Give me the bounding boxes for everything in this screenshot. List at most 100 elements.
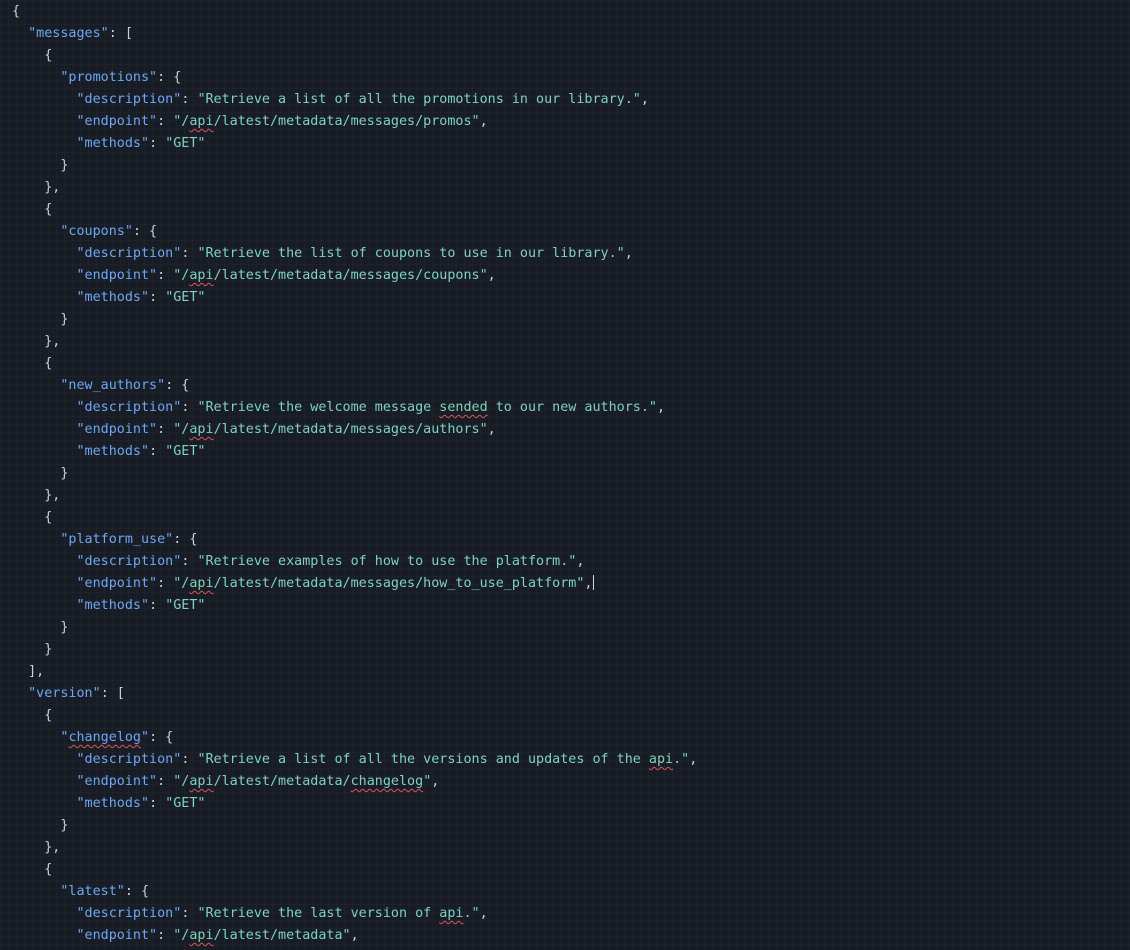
spellcheck-word[interactable]: api — [439, 906, 463, 921]
spellcheck-word[interactable]: api — [189, 268, 213, 283]
code-line[interactable]: "coupons": { — [12, 221, 157, 243]
code-line[interactable]: } — [12, 815, 68, 837]
json-string: "GET" — [165, 598, 206, 613]
spellcheck-word[interactable]: changelog — [351, 774, 424, 789]
code-line[interactable]: { — [12, 705, 52, 727]
code-line[interactable]: }, — [12, 837, 60, 859]
json-key: "endpoint" — [76, 576, 158, 591]
json-key: "endpoint" — [76, 928, 158, 943]
spellcheck-word[interactable]: changelog — [68, 730, 141, 745]
code-line[interactable]: "description": "Retrieve the welcome mes… — [12, 397, 666, 419]
json-punctuation — [12, 752, 77, 767]
json-string: "GET" — [165, 796, 206, 811]
code-line[interactable]: { — [12, 859, 52, 881]
json-punctuation: { — [12, 510, 53, 525]
json-punctuation: : — [181, 92, 198, 107]
json-punctuation: : — [157, 928, 174, 943]
code-line[interactable]: "endpoint": "/api/latest/metadata", — [12, 925, 359, 947]
code-line[interactable]: "promotions": { — [12, 67, 181, 89]
code-line[interactable]: "description": "Retrieve examples of how… — [12, 551, 585, 573]
code-line[interactable]: } — [12, 639, 52, 661]
json-punctuation: { — [12, 202, 53, 217]
code-line[interactable]: "new_authors": { — [12, 375, 189, 397]
json-punctuation: } — [12, 620, 69, 635]
spellcheck-word[interactable]: api — [649, 752, 673, 767]
json-punctuation: : { — [157, 70, 182, 85]
code-line[interactable]: "description": "Retrieve the last versio… — [12, 903, 488, 925]
json-punctuation: , — [689, 752, 698, 767]
json-punctuation — [12, 554, 77, 569]
json-key: "changelog" — [60, 730, 150, 745]
json-punctuation: : [ — [100, 686, 125, 701]
json-key: "methods" — [76, 598, 150, 613]
code-line[interactable]: "endpoint": "/api/latest/metadata/messag… — [12, 419, 496, 441]
json-punctuation: : — [181, 400, 198, 415]
json-string: "/api/latest/metadata/messages/coupons" — [173, 268, 488, 283]
json-key: "description" — [76, 906, 182, 921]
spellcheck-word[interactable]: api — [189, 114, 213, 129]
code-line[interactable]: "methods": "GET" — [12, 595, 206, 617]
json-punctuation — [12, 730, 60, 745]
json-punctuation: }, — [12, 180, 61, 195]
code-line[interactable]: "changelog": { — [12, 727, 173, 749]
json-punctuation — [12, 70, 60, 85]
spellcheck-word[interactable]: api — [189, 928, 213, 943]
code-line[interactable]: "endpoint": "/api/latest/metadata/messag… — [12, 265, 496, 287]
json-string: "Retrieve the list of coupons to use in … — [197, 246, 625, 261]
code-line[interactable]: "version": [ — [12, 683, 125, 705]
json-punctuation: : — [149, 136, 166, 151]
code-line[interactable]: } — [12, 155, 68, 177]
json-punctuation: : — [181, 246, 198, 261]
code-line[interactable]: } — [12, 617, 68, 639]
json-punctuation: } — [12, 312, 69, 327]
code-line[interactable]: "platform_use": { — [12, 529, 197, 551]
code-line[interactable]: "methods": "GET" — [12, 793, 206, 815]
code-line[interactable]: "endpoint": "/api/latest/metadata/change… — [12, 771, 440, 793]
json-string: "Retrieve a list of all the promotions i… — [197, 92, 641, 107]
json-punctuation: , — [487, 422, 496, 437]
code-line[interactable]: "methods": "GET" — [12, 441, 206, 463]
code-line[interactable]: ], — [12, 661, 44, 683]
json-punctuation: , — [350, 928, 359, 943]
code-line[interactable]: "methods": "GET" — [12, 287, 206, 309]
code-editor[interactable]: { "messages": [ { "promotions": { "descr… — [0, 0, 1130, 950]
json-punctuation: : { — [173, 532, 198, 547]
code-line[interactable]: }, — [12, 485, 60, 507]
code-line[interactable]: } — [12, 309, 68, 331]
code-line[interactable]: "latest": { — [12, 881, 149, 903]
json-punctuation: : — [157, 774, 174, 789]
code-line[interactable]: "description": "Retrieve a list of all t… — [12, 89, 649, 111]
json-string: "Retrieve a list of all the versions and… — [197, 752, 690, 767]
json-punctuation: { — [12, 708, 53, 723]
spellcheck-word[interactable]: api — [189, 576, 213, 591]
json-punctuation — [12, 686, 28, 701]
spellcheck-word[interactable]: api — [189, 774, 213, 789]
code-line[interactable]: }, — [12, 331, 60, 353]
json-key: "promotions" — [60, 70, 158, 85]
json-key: "description" — [76, 246, 182, 261]
spellcheck-word[interactable]: sended — [439, 400, 487, 415]
json-punctuation: : — [149, 796, 166, 811]
code-line[interactable]: { — [12, 45, 52, 67]
json-punctuation: : — [149, 444, 166, 459]
code-line[interactable]: "messages": [ — [12, 23, 133, 45]
json-string: "GET" — [165, 136, 206, 151]
code-line[interactable]: "methods": "GET" — [12, 133, 206, 155]
code-line[interactable]: }, — [12, 177, 60, 199]
code-line[interactable]: } — [12, 463, 68, 485]
code-line[interactable]: "description": "Retrieve the list of cou… — [12, 243, 633, 265]
code-line[interactable]: { — [12, 353, 52, 375]
code-line[interactable]: { — [12, 507, 52, 529]
json-punctuation: , — [640, 92, 649, 107]
json-string: "Retrieve the last version of api." — [197, 906, 480, 921]
code-line[interactable]: "description": "Retrieve a list of all t… — [12, 749, 698, 771]
code-line[interactable]: { — [12, 199, 52, 221]
spellcheck-word[interactable]: api — [189, 422, 213, 437]
json-string: "/api/latest/metadata" — [173, 928, 351, 943]
text-cursor — [593, 575, 595, 590]
code-line[interactable]: { — [12, 1, 20, 23]
code-line[interactable]: "endpoint": "/api/latest/metadata/messag… — [12, 573, 595, 595]
code-line[interactable]: "endpoint": "/api/latest/metadata/messag… — [12, 111, 488, 133]
json-punctuation: , — [576, 554, 585, 569]
json-key: "methods" — [76, 796, 150, 811]
